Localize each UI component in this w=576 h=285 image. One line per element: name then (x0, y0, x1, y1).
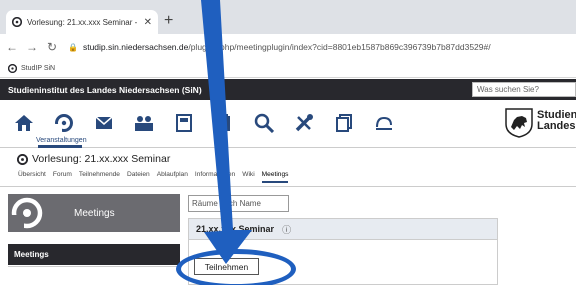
pointer-arrow-annotation (201, 0, 252, 264)
screenshot: Vorlesung: 21.xx.xxx Seminar - M ✕ + ← →… (0, 0, 576, 285)
